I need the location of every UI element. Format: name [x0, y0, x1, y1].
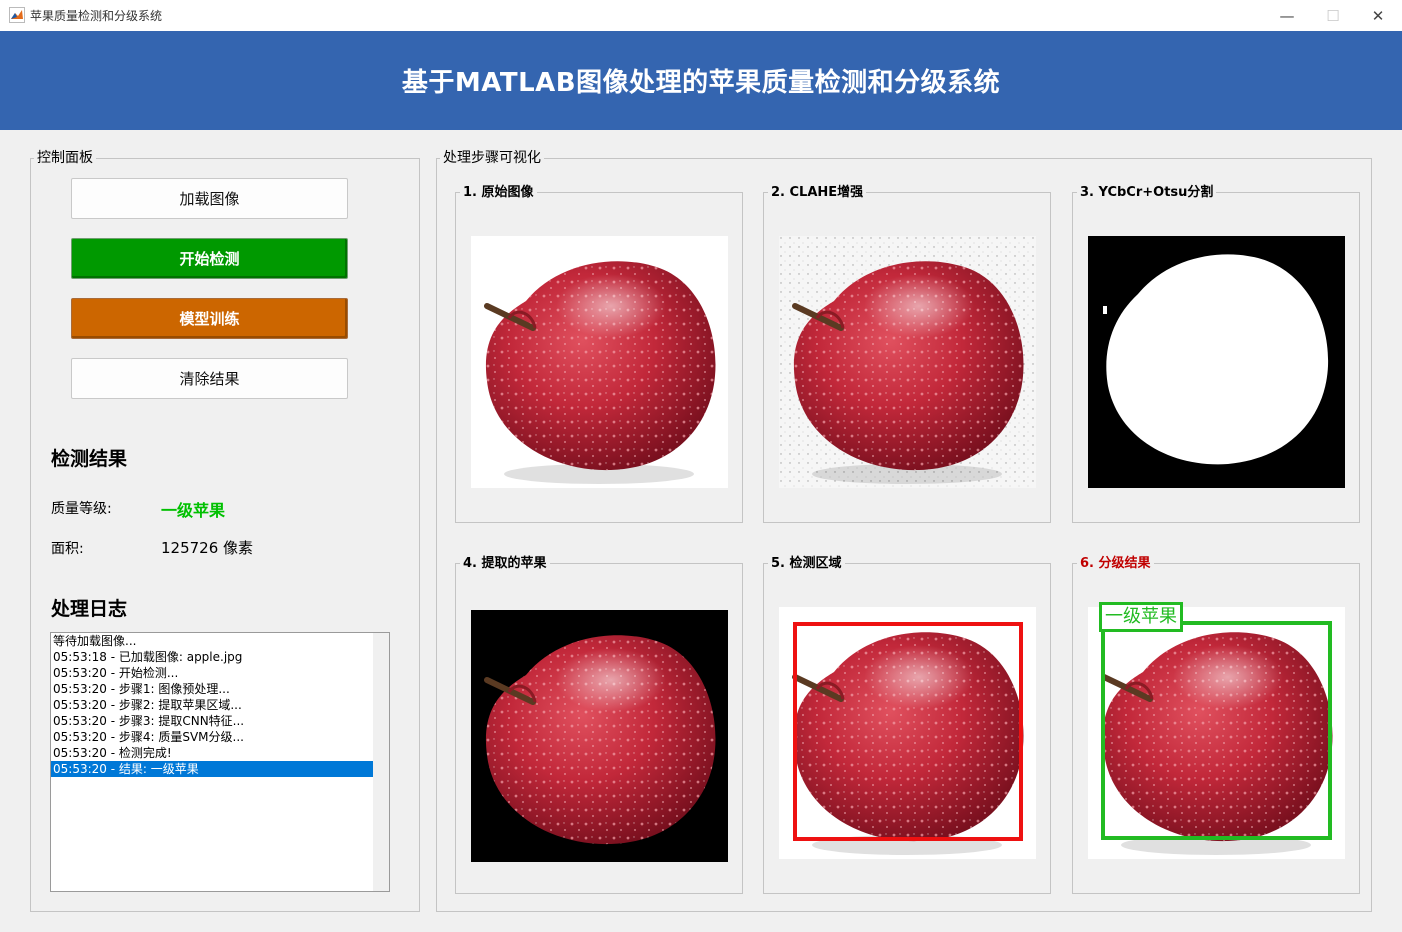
grading-image: 一级苹果	[1088, 602, 1345, 859]
step-original-label: 1. 原始图像	[460, 185, 537, 200]
step-detection-label: 5. 检测区域	[768, 556, 845, 571]
log-item[interactable]: 05:53:20 - 步骤2: 提取苹果区域...	[51, 697, 373, 713]
header-banner: 基于MATLAB图像处理的苹果质量检测和分级系统	[0, 31, 1402, 130]
step-segmentation-panel: 3. YCbCr+Otsu分割	[1072, 185, 1360, 523]
log-items: 等待加载图像... 05:53:18 - 已加载图像: apple.jpg 05…	[51, 633, 373, 777]
grade-label: 质量等级:	[51, 501, 112, 517]
step-original-panel: 1. 原始图像	[455, 185, 743, 523]
step-clahe-panel: 2. CLAHE增强	[763, 185, 1051, 523]
matlab-icon	[9, 7, 25, 23]
step-extracted-panel: 4. 提取的苹果	[455, 556, 743, 894]
log-item[interactable]: 05:53:18 - 已加载图像: apple.jpg	[51, 649, 373, 665]
log-item[interactable]: 05:53:20 - 开始检测...	[51, 665, 373, 681]
log-item[interactable]: 05:53:20 - 步骤4: 质量SVM分级...	[51, 729, 373, 745]
log-heading: 处理日志	[51, 598, 128, 620]
app-heading: 基于MATLAB图像处理的苹果质量检测和分级系统	[401, 68, 1001, 98]
grade-value: 一级苹果	[161, 501, 226, 520]
area-label: 面积:	[51, 541, 84, 557]
step-extracted-label: 4. 提取的苹果	[460, 556, 550, 571]
log-scrollbar[interactable]	[373, 633, 389, 891]
original-image	[471, 236, 728, 488]
window-title: 苹果质量检测和分级系统	[30, 9, 163, 23]
train-model-button[interactable]: 模型训练	[71, 298, 348, 339]
log-item-selected[interactable]: 05:53:20 - 结果: 一级苹果	[51, 761, 373, 777]
step-detection-panel: 5. 检测区域	[763, 556, 1051, 894]
control-panel-label: 控制面板	[34, 150, 96, 166]
window-titlebar: 苹果质量检测和分级系统 — ☐ ✕	[0, 0, 1402, 32]
area-value: 125726 像素	[161, 539, 254, 557]
extracted-apple-image	[471, 610, 728, 862]
clahe-image	[779, 236, 1036, 488]
clear-results-button[interactable]: 清除结果	[71, 358, 348, 399]
load-image-button[interactable]: 加载图像	[71, 178, 348, 219]
step-segmentation-label: 3. YCbCr+Otsu分割	[1077, 185, 1217, 200]
maximize-icon[interactable]: ☐	[1310, 0, 1356, 31]
log-item[interactable]: 05:53:20 - 步骤1: 图像预处理...	[51, 681, 373, 697]
log-item[interactable]: 05:53:20 - 步骤3: 提取CNN特征...	[51, 713, 373, 729]
log-item[interactable]: 等待加载图像...	[51, 633, 373, 649]
segmentation-mask	[1088, 236, 1345, 488]
step-grading-panel: 6. 分级结果 一级苹果	[1072, 556, 1360, 894]
step-clahe-label: 2. CLAHE增强	[768, 185, 867, 200]
log-listbox[interactable]: 等待加载图像... 05:53:18 - 已加载图像: apple.jpg 05…	[50, 632, 390, 892]
minimize-icon[interactable]: —	[1264, 0, 1310, 31]
results-heading: 检测结果	[51, 448, 128, 470]
start-detection-button[interactable]: 开始检测	[71, 238, 348, 279]
step-grading-label: 6. 分级结果	[1077, 556, 1154, 571]
visualization-panel-label: 处理步骤可视化	[440, 150, 544, 166]
grade-overlay-label: 一级苹果	[1099, 602, 1183, 632]
close-icon[interactable]: ✕	[1355, 0, 1401, 31]
log-item[interactable]: 05:53:20 - 检测完成!	[51, 745, 373, 761]
detection-image	[779, 607, 1036, 859]
